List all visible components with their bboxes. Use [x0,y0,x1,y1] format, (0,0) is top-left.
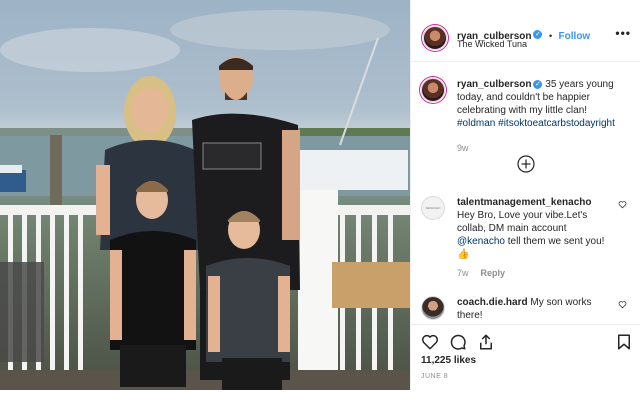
caption-hashtags[interactable]: #oldman #itsoktoeatcarbstodayright [457,118,615,129]
commenter-avatar[interactable] [421,296,445,320]
post-photo[interactable] [0,0,410,390]
share-upload-icon[interactable] [477,333,495,351]
comment-text-after: tell them we sent you! [504,236,605,247]
comment-meta: 7w Reply [457,267,607,280]
bottom-margin [0,390,640,409]
post-header: ryan_culberson ✓ • Follow The Wicked Tuna… [411,0,640,62]
caption-username[interactable]: ryan_culberson [457,79,531,90]
likes-count[interactable]: 11,225 likes [421,355,476,366]
post-side-panel: ryan_culberson ✓ • Follow The Wicked Tuna… [410,0,640,390]
load-more-comments-icon[interactable] [517,155,535,173]
comment-like-heart-icon[interactable] [618,300,627,309]
comment-body: talentmanagement_kenacho Hey Bro, Love y… [457,196,607,280]
comment-text: Hey Bro, Love your vibe.Let's collab, DM… [457,210,588,234]
comment-body: coach.die.hard My son works there! [457,296,607,322]
like-heart-icon[interactable] [421,333,439,351]
dot-separator: • [548,31,553,41]
family-photo-illustration [0,10,410,390]
caption-time[interactable]: 9w [457,142,621,155]
author-avatar[interactable] [423,26,447,50]
thumbs-up-emoji: 👍 [457,249,470,260]
save-bookmark-icon[interactable] [615,333,633,351]
comment-bubble-icon[interactable] [449,333,467,351]
verified-badge-icon: ✓ [533,79,543,89]
more-dots-icon[interactable]: ••• [615,26,631,40]
follow-button[interactable]: Follow [559,31,591,42]
caption-avatar[interactable] [421,78,445,102]
comment-like-heart-icon[interactable] [618,200,627,209]
post-actions: 11,225 likes JUNE 8 [411,324,640,390]
verified-badge-icon: ✓ [533,30,543,40]
comment-username[interactable]: talentmanagement_kenacho [457,197,592,208]
commenter-avatar[interactable]: KENACHO [421,196,445,220]
post-date[interactable]: JUNE 8 [421,373,448,380]
post-location[interactable]: The Wicked Tuna [457,39,527,49]
comment-mention[interactable]: @kenacho [457,236,505,247]
comment-time[interactable]: 7w [457,268,469,278]
reply-button[interactable]: Reply [481,268,506,278]
caption-body: ryan_culberson ✓ 35 years young today, an… [457,78,621,155]
comment-username[interactable]: coach.die.hard [457,297,528,308]
